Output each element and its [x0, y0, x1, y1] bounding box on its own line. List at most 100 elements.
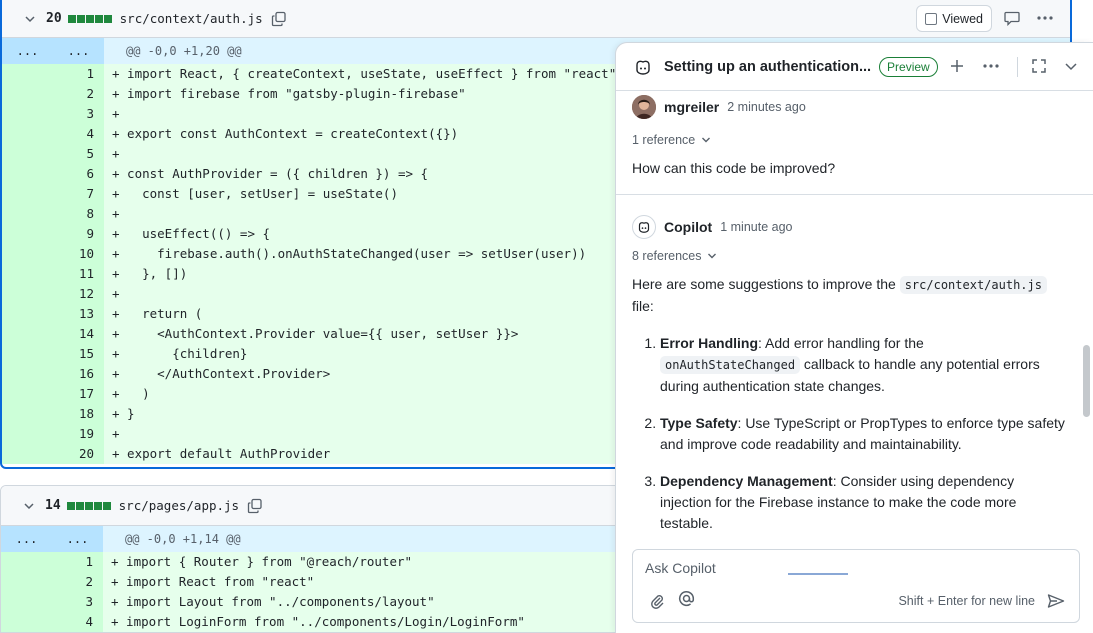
new-line-number[interactable]: 17 — [53, 384, 104, 404]
old-line-number[interactable] — [1, 572, 52, 592]
new-line-number[interactable]: 13 — [53, 304, 104, 324]
new-line-number[interactable]: 2 — [53, 84, 104, 104]
send-icon[interactable] — [1047, 593, 1065, 611]
new-line-number[interactable]: 15 — [53, 344, 104, 364]
new-line-number[interactable]: 12 — [53, 284, 104, 304]
new-line-number[interactable]: 6 — [53, 164, 104, 184]
new-line-number[interactable]: 4 — [53, 124, 104, 144]
ask-copilot-input[interactable]: Ask Copilot — [645, 560, 716, 576]
item-title: Dependency Management — [660, 473, 833, 489]
new-line-number[interactable]: 18 — [53, 404, 104, 424]
old-line-number[interactable] — [2, 104, 53, 124]
scrollbar[interactable] — [1083, 345, 1090, 417]
message-meta: Copilot 1 minute ago — [632, 215, 793, 239]
chevron-down-icon — [702, 137, 711, 143]
references-label: 1 reference — [632, 133, 696, 147]
new-line-number[interactable]: 20 — [53, 444, 104, 464]
old-line-number[interactable] — [2, 224, 53, 244]
paperclip-icon[interactable] — [649, 593, 667, 611]
old-line-number[interactable] — [2, 324, 53, 344]
comment-icon[interactable] — [1004, 10, 1022, 28]
checkbox-icon[interactable] — [925, 12, 938, 25]
copilot-message: Copilot 1 minute ago 8 references Here a… — [616, 195, 1093, 545]
old-line-number[interactable] — [2, 344, 53, 364]
old-line-number[interactable] — [2, 204, 53, 224]
chat-composer[interactable]: Ask Copilot Shift + Enter for new line — [632, 549, 1080, 623]
composer-hint: Shift + Enter for new line — [898, 594, 1035, 608]
mention-icon[interactable] — [678, 590, 696, 608]
old-line-number[interactable] — [2, 304, 53, 324]
suggestion-list: Error Handling: Add error handling for t… — [660, 333, 1065, 545]
chevron-down-icon[interactable] — [21, 498, 37, 514]
old-line-number[interactable] — [2, 404, 53, 424]
new-line-number[interactable]: 4 — [52, 612, 103, 632]
old-line-number[interactable] — [2, 84, 53, 104]
chevron-down-icon[interactable] — [22, 11, 38, 27]
expand-down-button[interactable]: ... — [52, 526, 103, 552]
old-line-number[interactable] — [2, 124, 53, 144]
message-intro: Here are some suggestions to improve the… — [632, 274, 1065, 317]
file-name[interactable]: src/pages/app.js — [119, 498, 239, 513]
copilot-icon — [634, 57, 654, 77]
preview-badge: Preview — [879, 56, 938, 77]
inline-code: src/context/auth.js — [899, 276, 1047, 294]
new-line-number[interactable]: 7 — [53, 184, 104, 204]
new-line-number[interactable]: 10 — [53, 244, 104, 264]
list-item: Type Safety: Use TypeScript or PropTypes… — [660, 413, 1065, 455]
references-toggle[interactable]: 8 references — [632, 249, 717, 263]
new-chat-icon[interactable] — [949, 58, 967, 76]
change-count: 20 — [46, 11, 62, 26]
new-line-number[interactable]: 16 — [53, 364, 104, 384]
expand-up-button[interactable]: ... — [2, 38, 53, 64]
new-line-number[interactable]: 3 — [53, 104, 104, 124]
item-title: Error Handling — [660, 335, 759, 351]
new-line-number[interactable]: 19 — [53, 424, 104, 444]
header-divider — [1017, 57, 1018, 77]
message-meta: mgreiler 2 minutes ago — [632, 95, 806, 119]
old-line-number[interactable] — [2, 384, 53, 404]
copilot-panel: Setting up an authentication... Preview … — [615, 42, 1093, 633]
copy-icon[interactable] — [247, 498, 263, 514]
viewed-checkbox[interactable]: Viewed — [916, 5, 992, 32]
old-line-number[interactable] — [2, 444, 53, 464]
more-options-icon[interactable] — [1036, 10, 1054, 28]
new-line-number[interactable]: 8 — [53, 204, 104, 224]
expand-down-button[interactable]: ... — [53, 38, 104, 64]
new-line-number[interactable]: 9 — [53, 224, 104, 244]
message-text: How can this code be improved? — [632, 160, 836, 176]
hunk-range: @@ -0,0 +1,20 @@ — [126, 44, 242, 58]
new-line-number[interactable]: 2 — [52, 572, 103, 592]
chevron-down-icon[interactable] — [1063, 58, 1081, 76]
old-line-number[interactable] — [2, 64, 53, 84]
inline-code: onAuthStateChanged — [660, 356, 801, 374]
new-line-number[interactable]: 11 — [53, 264, 104, 284]
user-message: mgreiler 2 minutes ago 1 reference How c… — [616, 91, 1093, 195]
copilot-avatar-icon — [632, 215, 656, 239]
new-line-number[interactable]: 1 — [53, 64, 104, 84]
old-line-number[interactable] — [1, 612, 52, 632]
old-line-number[interactable] — [2, 184, 53, 204]
old-line-number[interactable] — [2, 284, 53, 304]
new-line-number[interactable]: 14 — [53, 324, 104, 344]
old-line-number[interactable] — [2, 164, 53, 184]
old-line-number[interactable] — [2, 364, 53, 384]
more-options-icon[interactable] — [982, 58, 1000, 76]
file-header: 20 src/context/auth.js Viewed — [2, 0, 1070, 38]
file-name[interactable]: src/context/auth.js — [120, 11, 263, 26]
old-line-number[interactable] — [2, 244, 53, 264]
item-text: : Add error handling for the — [758, 335, 924, 351]
new-line-number[interactable]: 1 — [52, 552, 103, 572]
intro-text: Here are some suggestions to improve the — [632, 276, 900, 292]
new-line-number[interactable]: 5 — [53, 144, 104, 164]
expand-up-button[interactable]: ... — [1, 526, 52, 552]
old-line-number[interactable] — [2, 264, 53, 284]
fullscreen-icon[interactable] — [1031, 58, 1049, 76]
new-line-number[interactable]: 3 — [52, 592, 103, 612]
references-toggle[interactable]: 1 reference — [632, 133, 711, 147]
old-line-number[interactable] — [1, 552, 52, 572]
list-item: Dependency Management: Consider using de… — [660, 471, 1065, 534]
old-line-number[interactable] — [1, 592, 52, 612]
old-line-number[interactable] — [2, 144, 53, 164]
copy-icon[interactable] — [271, 11, 287, 27]
old-line-number[interactable] — [2, 424, 53, 444]
